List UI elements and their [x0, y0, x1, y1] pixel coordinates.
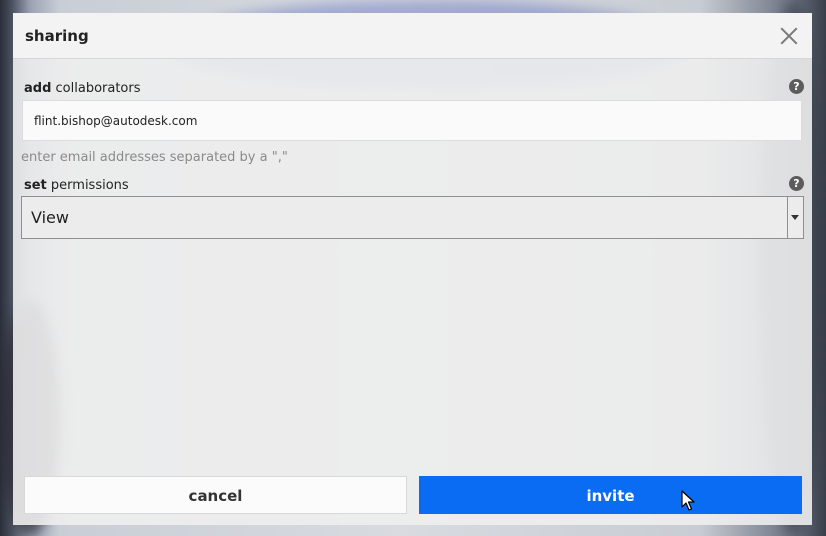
permissions-selected-value: View — [31, 208, 69, 227]
help-icon[interactable]: ? — [789, 176, 804, 191]
email-hint: enter email addresses separated by a "," — [21, 150, 288, 165]
help-icon[interactable]: ? — [789, 79, 804, 94]
add-collaborators-label: add collaborators — [24, 81, 141, 96]
cancel-button[interactable]: cancel — [24, 476, 407, 514]
sharing-dialog: sharing add collaborators ? enter email … — [13, 13, 812, 525]
set-permissions-label-rest: permissions — [46, 178, 129, 193]
invite-button[interactable]: invite — [419, 476, 802, 514]
dialog-header: sharing — [13, 13, 812, 59]
add-collaborators-label-rest: collaborators — [51, 81, 141, 96]
email-field[interactable] — [22, 100, 802, 141]
set-permissions-label: set permissions — [24, 178, 129, 193]
permissions-select[interactable]: View — [21, 196, 804, 239]
dialog-title: sharing — [25, 27, 89, 45]
add-collaborators-label-bold: add — [24, 81, 52, 96]
mouse-pointer-icon — [681, 490, 695, 511]
close-icon[interactable] — [778, 25, 800, 47]
set-permissions-label-bold: set — [24, 178, 47, 193]
chevron-down-icon[interactable] — [787, 197, 803, 238]
